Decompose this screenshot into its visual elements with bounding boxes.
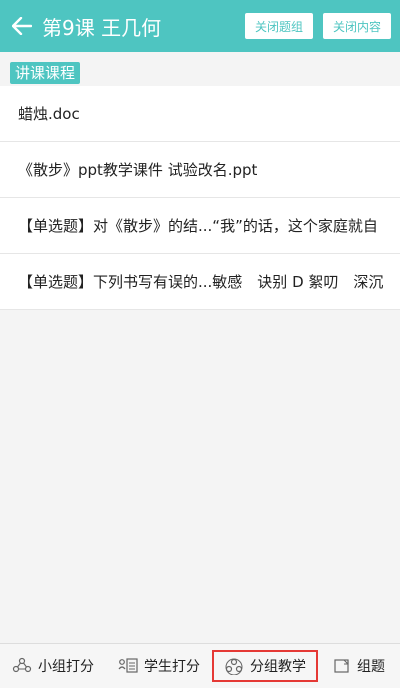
list-item-label: 《散步》ppt教学课件 试验改名.ppt <box>18 161 258 179</box>
arrow-left-icon <box>12 17 32 35</box>
empty-area <box>0 310 400 643</box>
list-item-label: 【单选题】对《散步》的结...“我”的话，这个家庭就自 <box>18 217 378 235</box>
compose-question-icon <box>334 659 349 673</box>
content-list: 蜡烛.doc 《散步》ppt教学课件 试验改名.ppt 【单选题】对《散步》的结… <box>0 86 400 310</box>
list-item-question-2[interactable]: 【单选题】下列书写有误的...敏感 诀别 D 絮叨 深沉 <box>0 254 400 310</box>
tab-label: 小组打分 <box>38 659 94 675</box>
student-score-icon <box>118 658 138 673</box>
bottom-tab-bar: 小组打分 学生打分 分组教学 组题 <box>0 643 400 688</box>
tab-group-teaching[interactable]: 分组教学 <box>212 644 318 688</box>
list-item-doc[interactable]: 蜡烛.doc <box>0 86 400 142</box>
section-label: 讲课课程 <box>10 62 81 84</box>
close-content-button[interactable]: 关闭内容 <box>322 13 391 39</box>
app-root: 第9课 王几何 关闭题组 关闭内容 讲课课程 蜡烛.doc 《散步》ppt教学课… <box>0 0 400 688</box>
tab-label: 组题 <box>357 659 385 675</box>
tab-compose-question[interactable]: 组题 <box>318 644 400 688</box>
tab-student-score[interactable]: 学生打分 <box>106 644 212 688</box>
list-item-label: 【单选题】下列书写有误的...敏感 诀别 D 絮叨 深沉 <box>18 273 384 291</box>
top-bar: 第9课 王几何 关闭题组 关闭内容 <box>0 0 400 52</box>
close-group-button[interactable]: 关闭题组 <box>244 13 313 39</box>
list-item-question-1[interactable]: 【单选题】对《散步》的结...“我”的话，这个家庭就自 <box>0 198 400 254</box>
list-item-ppt[interactable]: 《散步》ppt教学课件 试验改名.ppt <box>0 142 400 198</box>
tab-label: 分组教学 <box>250 659 306 675</box>
tab-label: 学生打分 <box>144 659 200 675</box>
group-teaching-icon <box>225 658 243 675</box>
page-title: 第9课 王几何 <box>42 15 162 40</box>
group-score-icon <box>12 657 32 673</box>
list-item-label: 蜡烛.doc <box>18 105 80 123</box>
tab-group-score[interactable]: 小组打分 <box>0 644 106 688</box>
back-button[interactable] <box>2 0 42 52</box>
